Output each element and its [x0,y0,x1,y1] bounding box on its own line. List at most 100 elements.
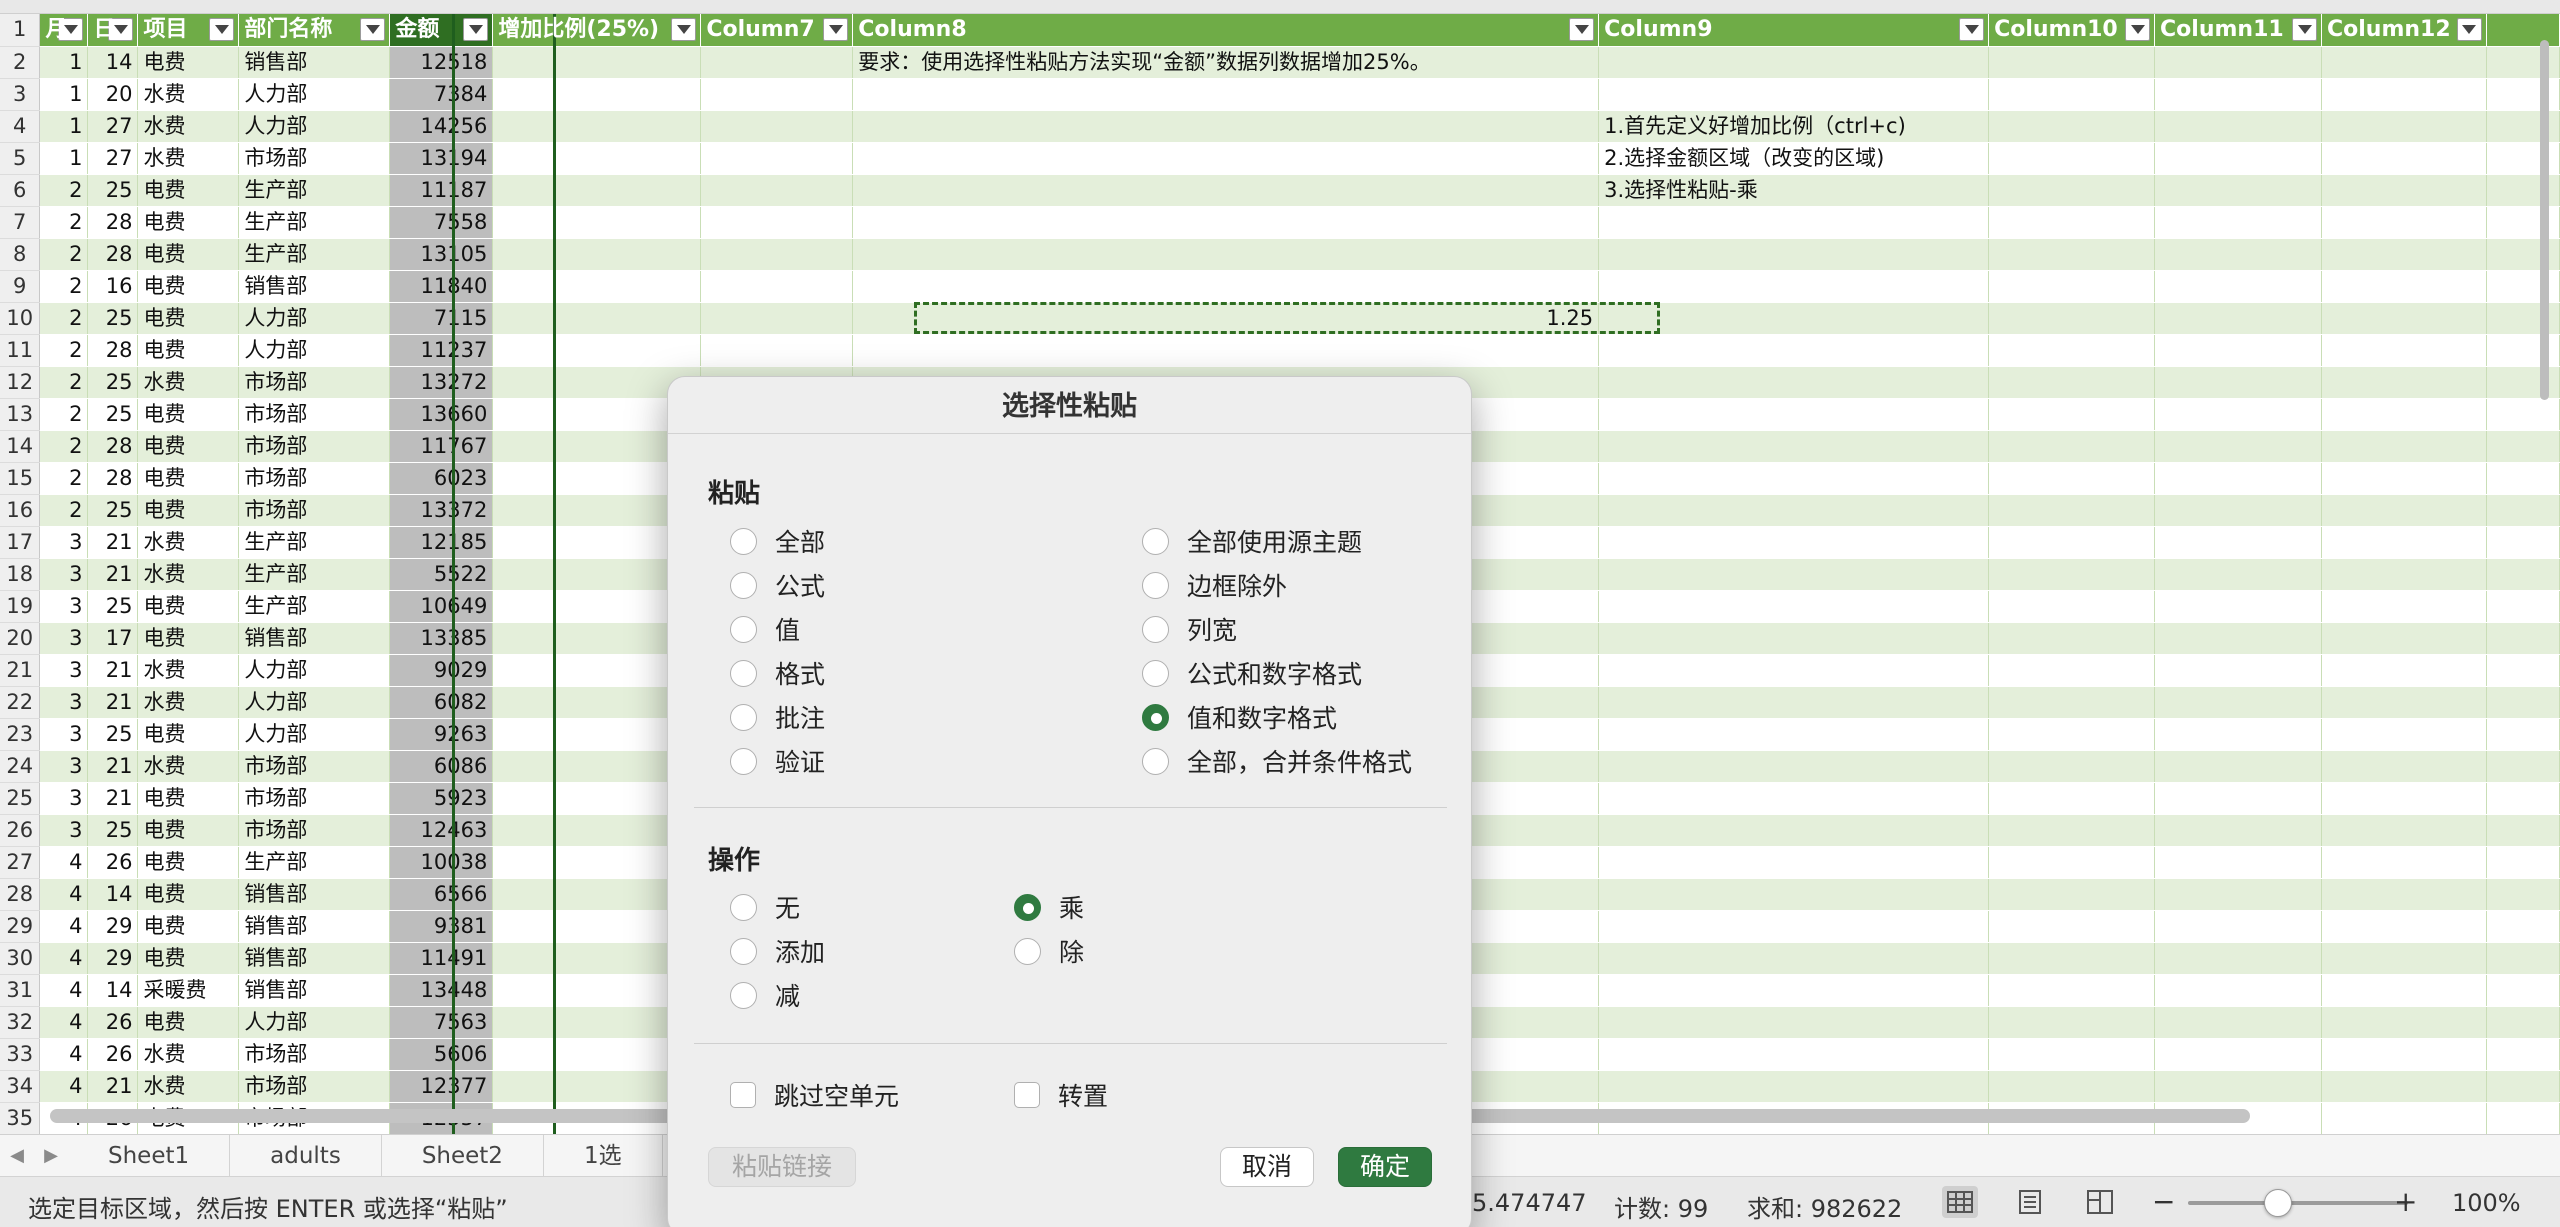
row-number[interactable]: 34 [0,1070,41,1103]
day-cell[interactable]: 25 [87,814,139,847]
day-cell[interactable]: 26 [87,1006,139,1039]
amount-cell[interactable]: 13385 [389,622,494,655]
empty-cell[interactable] [2321,782,2487,815]
empty-cell[interactable] [2154,942,2322,975]
amount-cell[interactable]: 11187 [389,174,494,207]
empty-cell[interactable] [1988,302,2156,335]
department-cell[interactable]: 生产部 [238,206,391,239]
month-cell[interactable]: 3 [39,654,89,687]
empty-cell[interactable] [2321,142,2487,175]
empty-cell[interactable] [2154,206,2322,239]
item-cell[interactable]: 电费 [137,270,240,303]
empty-cell[interactable] [1598,846,1990,879]
amount-cell[interactable]: 13194 [389,142,494,175]
amount-cell[interactable]: 6023 [389,462,494,495]
month-cell[interactable]: 2 [39,270,89,303]
empty-cell[interactable] [700,46,854,79]
filter-dropdown-icon[interactable] [360,18,386,41]
empty-cell[interactable] [492,46,702,79]
amount-cell[interactable]: 12518 [389,46,494,79]
checkbox-box[interactable] [1014,1082,1040,1108]
empty-cell[interactable] [492,174,702,207]
department-cell[interactable]: 市场部 [238,494,391,527]
item-cell[interactable]: 电费 [137,622,240,655]
empty-cell[interactable] [2321,1006,2487,1039]
filter-dropdown-icon[interactable] [463,18,489,41]
department-cell[interactable]: 销售部 [238,270,391,303]
empty-cell[interactable] [1988,590,2156,623]
empty-cell[interactable] [700,334,854,367]
item-cell[interactable]: 电费 [137,206,240,239]
empty-cell[interactable]: 1.首先定义好增加比例（ctrl+c) [1598,110,1990,143]
row-number[interactable]: 18 [0,558,41,591]
empty-cell[interactable] [2486,814,2560,847]
radio-button[interactable] [730,747,757,775]
operation-option[interactable]: 除 [1014,933,1084,969]
row-number[interactable]: 6 [0,174,41,207]
empty-cell[interactable] [1598,910,1990,943]
department-cell[interactable]: 销售部 [238,622,391,655]
day-cell[interactable]: 25 [87,494,139,527]
row-number[interactable]: 8 [0,238,41,271]
normal-view-icon[interactable] [1942,1186,1978,1218]
column-header[interactable]: Column7 [700,14,854,47]
empty-cell[interactable] [2154,910,2322,943]
empty-cell[interactable] [2321,430,2487,463]
item-cell[interactable]: 电费 [137,430,240,463]
day-cell[interactable]: 25 [87,590,139,623]
row-number[interactable]: 17 [0,526,41,559]
empty-cell[interactable] [2321,78,2487,111]
empty-cell[interactable] [1598,398,1990,431]
radio-button[interactable] [1014,937,1041,965]
amount-cell[interactable]: 13272 [389,366,494,399]
department-cell[interactable]: 市场部 [238,782,391,815]
empty-cell[interactable] [2154,686,2322,719]
radio-button[interactable] [730,893,757,921]
month-cell[interactable]: 3 [39,782,89,815]
amount-cell[interactable]: 7563 [389,1006,494,1039]
zoom-out-icon[interactable]: − [2152,1185,2175,1218]
empty-cell[interactable] [1988,558,2156,591]
item-cell[interactable]: 电费 [137,46,240,79]
empty-cell[interactable] [2154,78,2322,111]
item-cell[interactable]: 电费 [137,942,240,975]
day-cell[interactable]: 28 [87,238,139,271]
department-cell[interactable]: 市场部 [238,814,391,847]
column-header[interactable]: 项目 [137,14,240,47]
empty-cell[interactable] [492,142,702,175]
column-header[interactable]: Column8 [852,14,1600,47]
sheet-tab-sheet2[interactable]: Sheet2 [382,1134,544,1177]
empty-cell[interactable] [1598,1038,1990,1071]
paste-option[interactable]: 公式 [730,567,825,603]
department-cell[interactable]: 市场部 [238,142,391,175]
empty-cell[interactable] [700,270,854,303]
department-cell[interactable]: 市场部 [238,398,391,431]
empty-cell[interactable] [2154,238,2322,271]
day-cell[interactable]: 14 [87,878,139,911]
month-cell[interactable]: 3 [39,558,89,591]
radio-button[interactable] [1142,703,1169,731]
day-cell[interactable]: 14 [87,46,139,79]
empty-cell[interactable] [2486,910,2560,943]
operation-option[interactable]: 减 [730,977,800,1013]
empty-cell[interactable] [1598,686,1990,719]
empty-cell[interactable]: 3.选择性粘贴-乘 [1598,174,1990,207]
empty-cell[interactable] [2154,270,2322,303]
empty-cell[interactable] [2321,1070,2487,1103]
sheet-tab-partial[interactable]: 1选 [544,1134,663,1177]
column-header[interactable]: 日 [87,14,139,47]
department-cell[interactable]: 生产部 [238,846,391,879]
item-cell[interactable]: 水费 [137,110,240,143]
column-header[interactable]: 增加比例(25%) [492,14,702,47]
item-cell[interactable]: 水费 [137,78,240,111]
day-cell[interactable]: 14 [87,974,139,1007]
month-cell[interactable]: 3 [39,590,89,623]
month-cell[interactable]: 2 [39,334,89,367]
day-cell[interactable]: 21 [87,782,139,815]
department-cell[interactable]: 市场部 [238,750,391,783]
row-number[interactable]: 24 [0,750,41,783]
filter-dropdown-icon[interactable] [1569,18,1595,41]
empty-cell[interactable] [2321,590,2487,623]
empty-cell[interactable] [1598,334,1990,367]
empty-cell[interactable] [2154,750,2322,783]
